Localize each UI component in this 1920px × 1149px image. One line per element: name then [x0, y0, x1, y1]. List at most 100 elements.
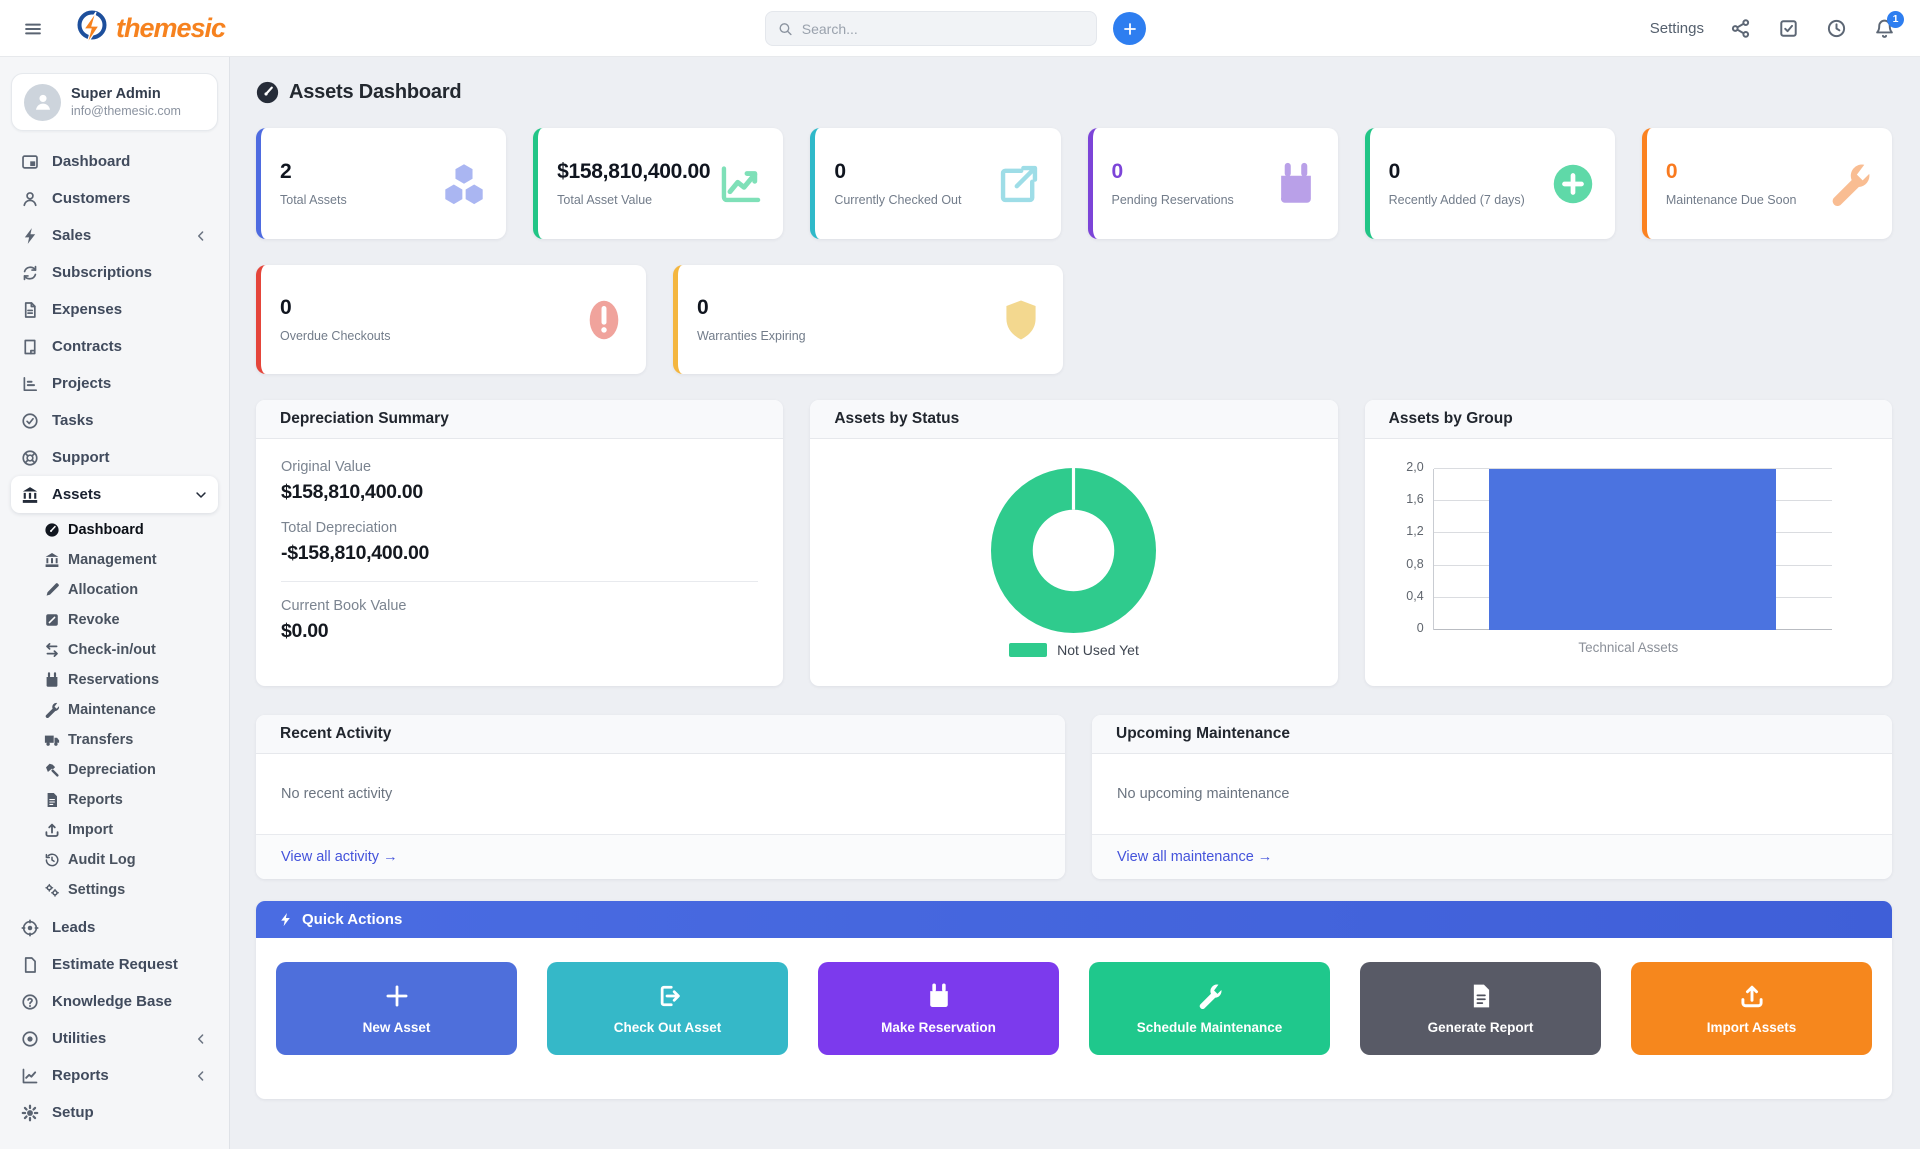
- file-text-qa-icon: [1468, 983, 1494, 1009]
- global-search: [765, 11, 1097, 46]
- status-donut-chart[interactable]: [990, 467, 1157, 634]
- add-new-button[interactable]: [1113, 12, 1146, 45]
- check-square-button[interactable]: [1778, 18, 1800, 40]
- sidebar-item-reports[interactable]: Reports: [11, 1057, 218, 1094]
- sidebar-item-reports-sub[interactable]: Reports: [38, 785, 218, 815]
- bar-technical-assets[interactable]: [1489, 469, 1776, 630]
- quick-action-label: New Asset: [363, 1020, 431, 1035]
- bolt-in-circle-icon: [72, 8, 112, 48]
- import-assets-button[interactable]: Import Assets: [1631, 962, 1872, 1055]
- dashboard-icon: [21, 153, 39, 171]
- sidebar-item-tasks[interactable]: Tasks: [11, 402, 218, 439]
- view-all-activity-link[interactable]: View all activity →: [281, 849, 398, 865]
- sidebar-item-label: Estimate Request: [52, 956, 178, 973]
- sidebar-item-import-sub[interactable]: Import: [38, 815, 218, 845]
- search-input[interactable]: [802, 21, 1084, 37]
- stat-card-total-assets: 2Total Assets: [256, 128, 506, 239]
- person-icon: [21, 190, 39, 208]
- speedometer-icon: [256, 81, 279, 104]
- stat-card-overdue-checkouts: 0Overdue Checkouts: [256, 265, 646, 374]
- sidebar-item-setup[interactable]: Setup: [11, 1094, 218, 1131]
- wrench-icon: [44, 702, 60, 718]
- sidebar-item-customers[interactable]: Customers: [11, 180, 218, 217]
- hamburger-menu-icon[interactable]: [18, 14, 48, 44]
- sidebar-item-contracts[interactable]: Contracts: [11, 328, 218, 365]
- boxes-icon: [442, 162, 486, 206]
- sidebar-item-revoke-sub[interactable]: Revoke: [38, 605, 218, 635]
- sidebar-item-sales[interactable]: Sales: [11, 217, 218, 254]
- sidebar-item-label: Assets: [52, 486, 101, 503]
- gear-icon: [21, 1104, 39, 1122]
- stat-value: 0: [697, 296, 806, 320]
- file-earmark-text-icon: [21, 301, 39, 319]
- brand-logo[interactable]: themesic: [72, 8, 225, 48]
- bullseye-icon: [21, 919, 39, 937]
- view-all-maintenance-link[interactable]: View all maintenance →: [1117, 849, 1272, 865]
- group-bar-chart[interactable]: 00,40,81,21,62,0: [1433, 469, 1832, 630]
- settings-link[interactable]: Settings: [1650, 20, 1704, 37]
- recent-activity-title: Recent Activity: [256, 715, 1065, 754]
- sidebar-item-dashboard[interactable]: Dashboard: [11, 143, 218, 180]
- sidebar-item-expenses[interactable]: Expenses: [11, 291, 218, 328]
- clock-button[interactable]: [1826, 18, 1848, 40]
- check-out-asset-button[interactable]: Check Out Asset: [547, 962, 788, 1055]
- hammer-icon: [44, 762, 60, 778]
- bell-button[interactable]: 1: [1874, 18, 1896, 40]
- sidebar-item-settings-sub[interactable]: Settings: [38, 875, 218, 905]
- chev-left-icon: [194, 229, 208, 243]
- quick-action-label: Check Out Asset: [614, 1020, 722, 1035]
- sidebar-item-subscriptions[interactable]: Subscriptions: [11, 254, 218, 291]
- sidebar-item-maintenance-sub[interactable]: Maintenance: [38, 695, 218, 725]
- sidebar-item-label: Revoke: [68, 612, 120, 628]
- sidebar-item-audit-log-sub[interactable]: Audit Log: [38, 845, 218, 875]
- sidebar-item-assets[interactable]: Assets: [11, 476, 218, 513]
- sidebar-item-reservations-sub[interactable]: Reservations: [38, 665, 218, 695]
- current-book-value-label: Current Book Value: [281, 598, 758, 614]
- calendar-icon: [44, 672, 60, 688]
- sidebar-item-label: Utilities: [52, 1030, 106, 1047]
- pencil-icon: [44, 582, 60, 598]
- bank-icon: [21, 486, 39, 504]
- sidebar-item-support[interactable]: Support: [11, 439, 218, 476]
- sidebar-item-depreciation-sub[interactable]: Depreciation: [38, 755, 218, 785]
- sidebar-item-label: Tasks: [52, 412, 93, 429]
- avatar: [24, 84, 61, 121]
- schedule-maintenance-button[interactable]: Schedule Maintenance: [1089, 962, 1330, 1055]
- recent-activity-empty: No recent activity: [256, 754, 1065, 834]
- search-icon: [778, 21, 793, 37]
- sidebar-item-allocation-sub[interactable]: Allocation: [38, 575, 218, 605]
- file-icon: [21, 956, 39, 974]
- question-circle-icon: [21, 993, 39, 1011]
- header-actions: Settings 1: [1650, 0, 1896, 57]
- sidebar-item-label: Contracts: [52, 338, 122, 355]
- sidebar-item-utilities[interactable]: Utilities: [11, 1020, 218, 1057]
- calendar-icon: [926, 983, 952, 1009]
- graph-up-arrow-icon: [719, 162, 763, 206]
- new-asset-button[interactable]: New Asset: [276, 962, 517, 1055]
- activity-row: Recent Activity No recent activity View …: [256, 715, 1892, 879]
- sidebar-item-dashboard-sub[interactable]: Dashboard: [38, 515, 218, 545]
- sidebar-item-knowledge-base[interactable]: Knowledge Base: [11, 983, 218, 1020]
- sidebar-item-leads[interactable]: Leads: [11, 909, 218, 946]
- make-reservation-button[interactable]: Make Reservation: [818, 962, 1059, 1055]
- sidebar-item-transfers-sub[interactable]: Transfers: [38, 725, 218, 755]
- sidebar-item-management-sub[interactable]: Management: [38, 545, 218, 575]
- sidebar-item-projects[interactable]: Projects: [11, 365, 218, 402]
- exclamation-oval-icon: [582, 298, 626, 342]
- sidebar-item-check-in-out-sub[interactable]: Check-in/out: [38, 635, 218, 665]
- generate-report-button[interactable]: Generate Report: [1360, 962, 1601, 1055]
- stat-card-total-asset-value: $158,810,400.00Total Asset Value: [533, 128, 783, 239]
- sidebar-item-label: Support: [52, 449, 110, 466]
- sidebar-item-label: Transfers: [68, 732, 133, 748]
- sidebar-item-label: Allocation: [68, 582, 138, 598]
- share-button[interactable]: [1730, 18, 1752, 40]
- sidebar-item-estimate-request[interactable]: Estimate Request: [11, 946, 218, 983]
- depreciation-summary-title: Depreciation Summary: [256, 400, 783, 439]
- sidebar: Super Admin info@themesic.com DashboardC…: [0, 57, 230, 1149]
- stat-value: $158,810,400.00: [557, 160, 710, 184]
- graph-up-icon: [21, 1067, 39, 1085]
- status-legend-label: Not Used Yet: [1057, 642, 1139, 658]
- chev-left-icon: [194, 1069, 208, 1083]
- user-card[interactable]: Super Admin info@themesic.com: [11, 73, 218, 131]
- sidebar-item-label: Dashboard: [68, 522, 144, 538]
